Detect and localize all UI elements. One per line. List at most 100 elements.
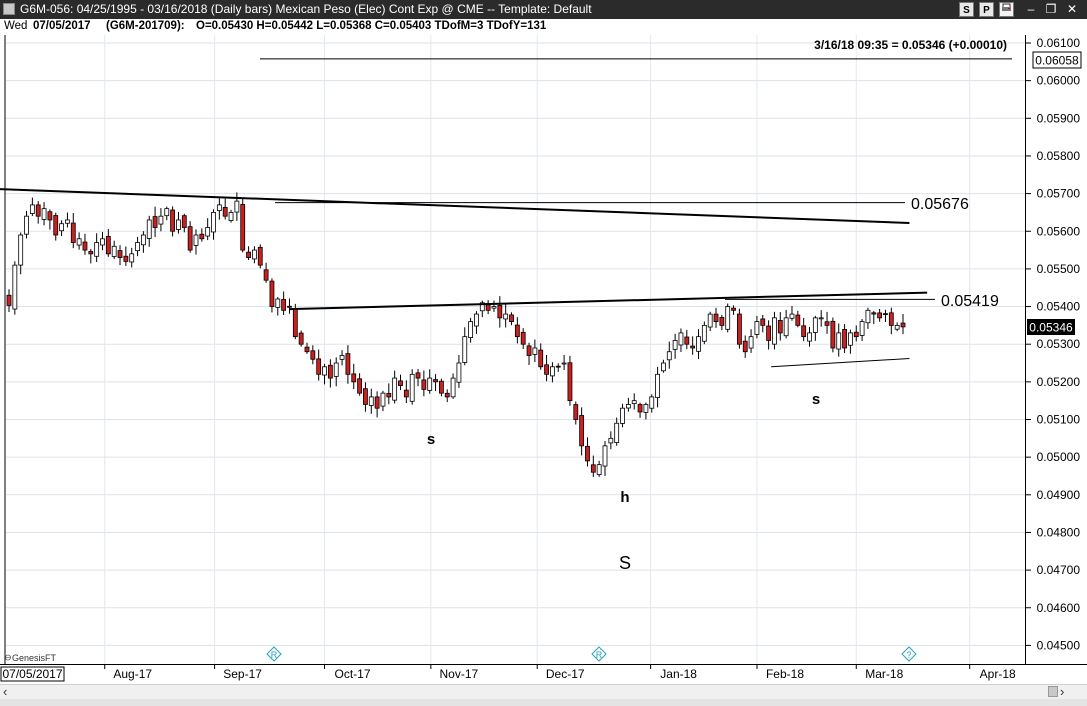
candle-body xyxy=(12,264,18,310)
candle-body xyxy=(421,379,427,390)
candle-body xyxy=(783,317,789,337)
candle-body xyxy=(853,331,859,338)
candle-body xyxy=(497,304,503,319)
y-tick-label: 0.05000 xyxy=(1037,450,1081,464)
candle-body xyxy=(205,227,211,237)
candle-body xyxy=(41,208,47,220)
candle-body xyxy=(561,362,567,365)
marker-r-dec-text: R xyxy=(596,650,603,660)
y-tick-label: 0.05100 xyxy=(1037,413,1081,427)
candle-body xyxy=(199,233,205,240)
candle-body xyxy=(701,324,707,342)
candle-body xyxy=(456,362,462,383)
candle-body xyxy=(59,223,64,232)
candle-body xyxy=(176,219,181,230)
candle-body xyxy=(211,212,216,233)
candle-body xyxy=(135,242,140,252)
candle-body xyxy=(538,349,544,368)
candle-body xyxy=(70,222,76,243)
candle-body xyxy=(637,404,643,413)
info-bar: Wed 07/05/2017 (G6M-201709): O=0.05430 H… xyxy=(0,19,1087,35)
candle-body xyxy=(287,305,292,308)
candle-body xyxy=(193,234,199,246)
candle-body xyxy=(742,340,748,353)
candle-body xyxy=(403,389,409,398)
last-price-label: 0.05346 xyxy=(1029,321,1073,335)
candle-body xyxy=(35,204,41,217)
scroll-thumb[interactable] xyxy=(1048,686,1058,697)
candle-body xyxy=(6,294,12,306)
candle-body xyxy=(65,219,70,224)
candle-body xyxy=(29,204,35,214)
candle-body xyxy=(427,377,433,391)
candle-body xyxy=(643,404,649,413)
candle-body xyxy=(444,392,450,398)
scroll-left-icon[interactable]: ‹ xyxy=(3,684,7,699)
minimize-icon[interactable]: – xyxy=(1023,2,1039,17)
candle-body xyxy=(257,246,263,266)
candle-body xyxy=(380,392,386,407)
candle-body xyxy=(900,322,906,328)
candle-body xyxy=(322,366,327,376)
y-tick-label: 0.04500 xyxy=(1037,638,1081,652)
candle-body xyxy=(877,312,883,319)
s-button[interactable]: S xyxy=(959,2,974,17)
info-contract: (G6M-201709): xyxy=(106,20,185,32)
marker-r-sep-text: R xyxy=(271,650,278,660)
candle-body xyxy=(836,332,842,350)
print-icon[interactable] xyxy=(999,2,1014,17)
candle-body xyxy=(573,404,579,420)
y-tick-label: 0.05200 xyxy=(1037,375,1081,389)
candle-body xyxy=(748,336,754,349)
candle-body xyxy=(298,332,304,345)
candle-body xyxy=(672,340,678,350)
start-date-label: 07/05/2017 xyxy=(2,667,62,681)
candle-body xyxy=(696,336,701,352)
candle-body xyxy=(585,445,590,462)
horizontal-scrollbar[interactable]: ‹ › xyxy=(0,684,1087,699)
candle-body xyxy=(53,215,59,236)
candle-body xyxy=(438,380,444,394)
candle-body xyxy=(164,208,170,217)
p-button[interactable]: P xyxy=(979,2,994,17)
candle-body xyxy=(620,407,625,424)
candle-body xyxy=(602,445,608,467)
pattern-label-right-shoulder: s xyxy=(812,391,820,408)
candle-body xyxy=(567,362,573,402)
candle-body xyxy=(509,314,514,323)
candle-body xyxy=(625,404,631,409)
candle-body xyxy=(608,437,614,444)
candle-body xyxy=(392,377,398,401)
candle-body xyxy=(555,365,561,368)
candle-body xyxy=(462,336,468,363)
y-tick-label: 0.05900 xyxy=(1037,111,1081,125)
candle-body xyxy=(807,332,812,342)
candle-body xyxy=(690,345,696,349)
candle-body xyxy=(345,353,351,375)
candle-body xyxy=(848,332,853,346)
candle-body xyxy=(655,373,660,398)
candle-body xyxy=(88,251,94,255)
candle-body xyxy=(123,255,129,262)
close-icon[interactable]: ✕ xyxy=(1064,2,1080,17)
candle-body xyxy=(760,318,766,326)
pattern-label-big-s: S xyxy=(619,553,631,573)
candle-body xyxy=(871,312,877,315)
candle-body xyxy=(275,298,281,308)
candle-body xyxy=(661,362,666,372)
candle-body xyxy=(649,396,655,409)
candle-body xyxy=(789,313,795,319)
restore-icon[interactable]: ❐ xyxy=(1043,2,1059,17)
price-chart[interactable]: 0.06100 0.06000 0.05900 0.05800 0.05700 0.056… xyxy=(0,35,1087,684)
candle-body xyxy=(614,422,620,443)
candle-body xyxy=(415,372,421,379)
quote-readout: 3/16/18 09:35 = 0.05346 (+0.00010) xyxy=(814,38,1007,52)
candle-body xyxy=(514,324,520,338)
candle-body xyxy=(368,396,374,406)
scroll-right-icon[interactable]: › xyxy=(1060,684,1064,699)
pattern-label-head: h xyxy=(620,489,629,506)
candle-body xyxy=(105,235,111,255)
candle-body xyxy=(246,251,251,259)
candle-body xyxy=(859,321,865,336)
candle-body xyxy=(374,396,380,409)
